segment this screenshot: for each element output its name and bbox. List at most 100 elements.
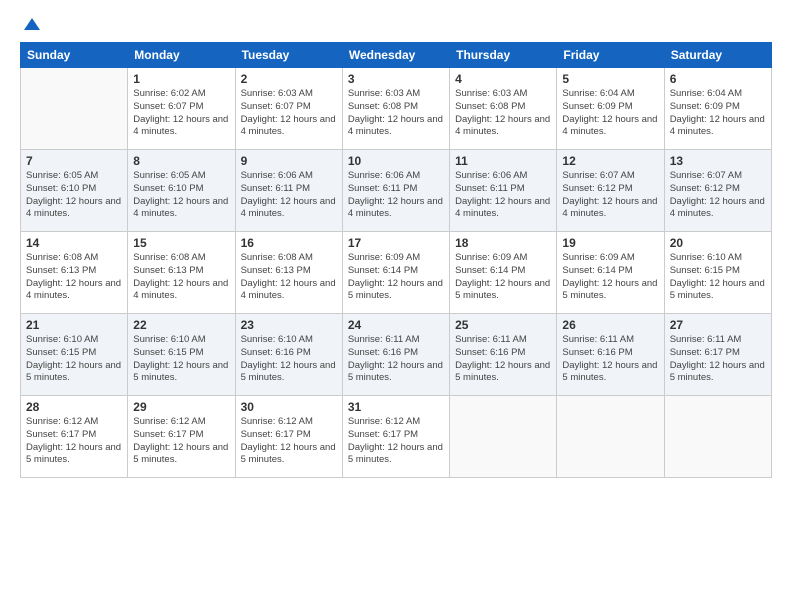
day-number: 1 xyxy=(133,72,229,86)
weekday-header-saturday: Saturday xyxy=(664,43,771,68)
weekday-header-row: SundayMondayTuesdayWednesdayThursdayFrid… xyxy=(21,43,772,68)
header xyxy=(20,16,772,36)
calendar-cell xyxy=(557,396,664,478)
day-info: Sunrise: 6:08 AMSunset: 6:13 PMDaylight:… xyxy=(133,252,229,303)
weekday-header-sunday: Sunday xyxy=(21,43,128,68)
day-number: 16 xyxy=(241,236,337,250)
day-number: 9 xyxy=(241,154,337,168)
day-number: 22 xyxy=(133,318,229,332)
day-number: 26 xyxy=(562,318,658,332)
calendar-cell: 16 Sunrise: 6:08 AMSunset: 6:13 PMDayligh… xyxy=(235,232,342,314)
calendar-cell: 4 Sunrise: 6:03 AMSunset: 6:08 PMDaylight… xyxy=(450,68,557,150)
calendar-cell: 19 Sunrise: 6:09 AMSunset: 6:14 PMDayligh… xyxy=(557,232,664,314)
day-info: Sunrise: 6:06 AMSunset: 6:11 PMDaylight:… xyxy=(348,170,444,221)
weekday-header-monday: Monday xyxy=(128,43,235,68)
calendar-cell: 24 Sunrise: 6:11 AMSunset: 6:16 PMDayligh… xyxy=(342,314,449,396)
calendar-cell: 1 Sunrise: 6:02 AMSunset: 6:07 PMDaylight… xyxy=(128,68,235,150)
day-info: Sunrise: 6:06 AMSunset: 6:11 PMDaylight:… xyxy=(241,170,337,221)
day-number: 3 xyxy=(348,72,444,86)
day-info: Sunrise: 6:11 AMSunset: 6:16 PMDaylight:… xyxy=(348,334,444,385)
day-info: Sunrise: 6:05 AMSunset: 6:10 PMDaylight:… xyxy=(26,170,122,221)
day-number: 7 xyxy=(26,154,122,168)
day-info: Sunrise: 6:09 AMSunset: 6:14 PMDaylight:… xyxy=(562,252,658,303)
calendar-cell: 17Sunrise: 6:09 AMSunset: 6:14 PMDayligh… xyxy=(342,232,449,314)
calendar-cell: 2 Sunrise: 6:03 AMSunset: 6:07 PMDaylight… xyxy=(235,68,342,150)
calendar-cell: 12Sunrise: 6:07 AMSunset: 6:12 PMDayligh… xyxy=(557,150,664,232)
weekday-header-thursday: Thursday xyxy=(450,43,557,68)
day-number: 8 xyxy=(133,154,229,168)
day-number: 23 xyxy=(241,318,337,332)
day-info: Sunrise: 6:12 AMSunset: 6:17 PMDaylight:… xyxy=(241,416,337,467)
day-number: 4 xyxy=(455,72,551,86)
day-info: Sunrise: 6:05 AMSunset: 6:10 PMDaylight:… xyxy=(133,170,229,221)
calendar-cell: 9 Sunrise: 6:06 AMSunset: 6:11 PMDaylight… xyxy=(235,150,342,232)
day-number: 25 xyxy=(455,318,551,332)
calendar-cell: 8 Sunrise: 6:05 AMSunset: 6:10 PMDaylight… xyxy=(128,150,235,232)
day-number: 30 xyxy=(241,400,337,414)
day-number: 17 xyxy=(348,236,444,250)
day-number: 27 xyxy=(670,318,766,332)
calendar-cell xyxy=(450,396,557,478)
day-info: Sunrise: 6:12 AMSunset: 6:17 PMDaylight:… xyxy=(133,416,229,467)
day-info: Sunrise: 6:10 AMSunset: 6:15 PMDaylight:… xyxy=(670,252,766,303)
day-number: 24 xyxy=(348,318,444,332)
day-number: 14 xyxy=(26,236,122,250)
calendar-cell: 26Sunrise: 6:11 AMSunset: 6:16 PMDayligh… xyxy=(557,314,664,396)
day-info: Sunrise: 6:12 AMSunset: 6:17 PMDaylight:… xyxy=(348,416,444,467)
calendar-cell xyxy=(21,68,128,150)
day-number: 28 xyxy=(26,400,122,414)
day-info: Sunrise: 6:08 AMSunset: 6:13 PMDaylight:… xyxy=(26,252,122,303)
day-info: Sunrise: 6:09 AMSunset: 6:14 PMDaylight:… xyxy=(455,252,551,303)
day-info: Sunrise: 6:04 AMSunset: 6:09 PMDaylight:… xyxy=(670,88,766,139)
calendar-cell: 15 Sunrise: 6:08 AMSunset: 6:13 PMDayligh… xyxy=(128,232,235,314)
day-info: Sunrise: 6:10 AMSunset: 6:15 PMDaylight:… xyxy=(133,334,229,385)
calendar-cell: 3 Sunrise: 6:03 AMSunset: 6:08 PMDaylight… xyxy=(342,68,449,150)
calendar-cell: 29 Sunrise: 6:12 AMSunset: 6:17 PMDayligh… xyxy=(128,396,235,478)
day-info: Sunrise: 6:07 AMSunset: 6:12 PMDaylight:… xyxy=(670,170,766,221)
day-info: Sunrise: 6:06 AMSunset: 6:11 PMDaylight:… xyxy=(455,170,551,221)
day-number: 29 xyxy=(133,400,229,414)
logo xyxy=(20,16,42,36)
day-number: 13 xyxy=(670,154,766,168)
day-info: Sunrise: 6:07 AMSunset: 6:12 PMDaylight:… xyxy=(562,170,658,221)
calendar-cell: 7 Sunrise: 6:05 AMSunset: 6:10 PMDaylight… xyxy=(21,150,128,232)
calendar-cell: 11 Sunrise: 6:06 AMSunset: 6:11 PMDayligh… xyxy=(450,150,557,232)
day-number: 19 xyxy=(562,236,658,250)
calendar-week-row: 28 Sunrise: 6:12 AMSunset: 6:17 PMDayligh… xyxy=(21,396,772,478)
weekday-header-wednesday: Wednesday xyxy=(342,43,449,68)
day-info: Sunrise: 6:03 AMSunset: 6:08 PMDaylight:… xyxy=(348,88,444,139)
weekday-header-tuesday: Tuesday xyxy=(235,43,342,68)
day-number: 20 xyxy=(670,236,766,250)
day-info: Sunrise: 6:04 AMSunset: 6:09 PMDaylight:… xyxy=(562,88,658,139)
day-number: 15 xyxy=(133,236,229,250)
calendar-cell: 25Sunrise: 6:11 AMSunset: 6:16 PMDayligh… xyxy=(450,314,557,396)
day-info: Sunrise: 6:03 AMSunset: 6:07 PMDaylight:… xyxy=(241,88,337,139)
day-info: Sunrise: 6:10 AMSunset: 6:16 PMDaylight:… xyxy=(241,334,337,385)
day-number: 6 xyxy=(670,72,766,86)
day-info: Sunrise: 6:10 AMSunset: 6:15 PMDaylight:… xyxy=(26,334,122,385)
calendar-cell: 21Sunrise: 6:10 AMSunset: 6:15 PMDayligh… xyxy=(21,314,128,396)
day-number: 31 xyxy=(348,400,444,414)
day-info: Sunrise: 6:11 AMSunset: 6:17 PMDaylight:… xyxy=(670,334,766,385)
logo-icon xyxy=(22,16,42,36)
calendar-cell: 10Sunrise: 6:06 AMSunset: 6:11 PMDayligh… xyxy=(342,150,449,232)
calendar-cell: 28 Sunrise: 6:12 AMSunset: 6:17 PMDayligh… xyxy=(21,396,128,478)
calendar-cell: 18Sunrise: 6:09 AMSunset: 6:14 PMDayligh… xyxy=(450,232,557,314)
calendar-cell: 20 Sunrise: 6:10 AMSunset: 6:15 PMDayligh… xyxy=(664,232,771,314)
calendar-cell: 22 Sunrise: 6:10 AMSunset: 6:15 PMDayligh… xyxy=(128,314,235,396)
day-number: 2 xyxy=(241,72,337,86)
calendar-cell xyxy=(664,396,771,478)
calendar-cell: 27 Sunrise: 6:11 AMSunset: 6:17 PMDayligh… xyxy=(664,314,771,396)
calendar: SundayMondayTuesdayWednesdayThursdayFrid… xyxy=(20,42,772,478)
calendar-week-row: 7 Sunrise: 6:05 AMSunset: 6:10 PMDaylight… xyxy=(21,150,772,232)
day-info: Sunrise: 6:03 AMSunset: 6:08 PMDaylight:… xyxy=(455,88,551,139)
day-number: 11 xyxy=(455,154,551,168)
day-info: Sunrise: 6:08 AMSunset: 6:13 PMDaylight:… xyxy=(241,252,337,303)
calendar-cell: 30 Sunrise: 6:12 AMSunset: 6:17 PMDayligh… xyxy=(235,396,342,478)
day-info: Sunrise: 6:12 AMSunset: 6:17 PMDaylight:… xyxy=(26,416,122,467)
weekday-header-friday: Friday xyxy=(557,43,664,68)
day-info: Sunrise: 6:02 AMSunset: 6:07 PMDaylight:… xyxy=(133,88,229,139)
calendar-week-row: 14 Sunrise: 6:08 AMSunset: 6:13 PMDayligh… xyxy=(21,232,772,314)
page: SundayMondayTuesdayWednesdayThursdayFrid… xyxy=(0,0,792,612)
calendar-cell: 13 Sunrise: 6:07 AMSunset: 6:12 PMDayligh… xyxy=(664,150,771,232)
